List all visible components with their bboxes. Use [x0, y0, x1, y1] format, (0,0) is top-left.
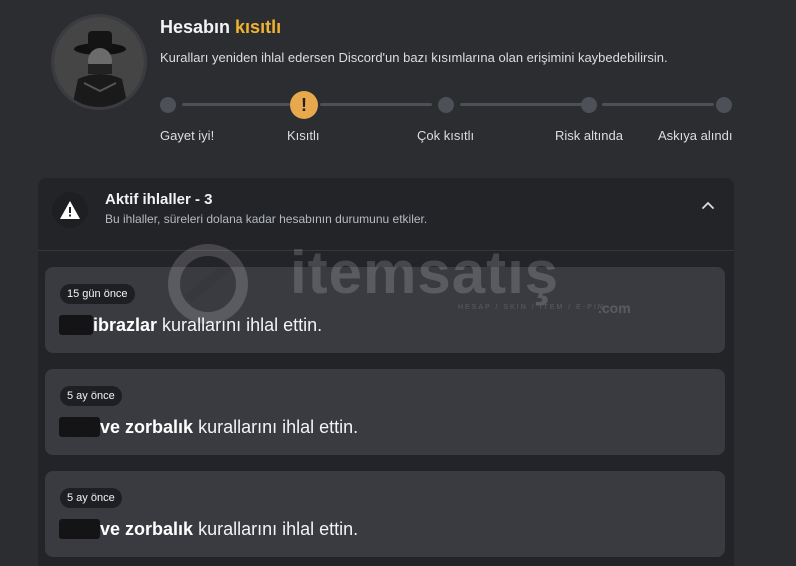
time-badge: 5 ay önce: [60, 386, 122, 406]
progress-segment: [602, 103, 714, 106]
warning-triangle-icon: [52, 192, 88, 228]
exclamation-circle-icon: !: [290, 91, 318, 119]
spoiler-text[interactable]: taciz: [59, 519, 101, 539]
violation-card: 15 gün önce ters ibrazlar kurallarını ihl…: [45, 267, 725, 353]
step-dot: [438, 97, 454, 113]
title-prefix: Hesabın: [160, 17, 231, 37]
violation-rest: kurallarını ihlal ettin.: [193, 519, 359, 539]
step-dot: [716, 97, 732, 113]
step-label: Çok kısıtlı: [417, 128, 475, 143]
violation-rest: kurallarını ihlal ettin.: [157, 315, 323, 335]
progress-segment: [460, 103, 584, 106]
time-badge: 5 ay önce: [60, 488, 122, 508]
avatar: [54, 17, 144, 107]
spoiler-text[interactable]: taciz: [59, 417, 101, 437]
step-label: Kısıtlı: [287, 128, 320, 143]
status-progress-track: !: [160, 90, 740, 120]
step-dot: [160, 97, 176, 113]
step-label: Gayet iyi!: [160, 128, 215, 143]
title-status: kısıtlı: [235, 17, 282, 37]
step-label: Risk altında: [555, 128, 623, 143]
violation-category: ve zorbalık: [100, 519, 194, 539]
violation-text: taciz ve zorbalık kurallarını ihlal ettin…: [59, 417, 358, 438]
step-dot: [581, 97, 597, 113]
violation-text: ters ibrazlar kurallarını ihlal ettin.: [59, 315, 322, 336]
violation-rest: kurallarını ihlal ettin.: [193, 417, 359, 437]
progress-segment: [320, 103, 432, 106]
active-violations-panel: Aktif ihlaller - 3 Bu ihlaller, süreleri…: [38, 178, 734, 566]
violation-card: 5 ay önce taciz ve zorbalık kurallarını i…: [45, 369, 725, 455]
time-badge: 15 gün önce: [60, 284, 135, 304]
progress-segment: [182, 103, 290, 106]
spoiler-text[interactable]: ters: [59, 315, 94, 335]
page-title: Hesabın kısıtlı: [160, 17, 281, 38]
chevron-up-icon[interactable]: [700, 198, 716, 214]
step-label: Askıya alındı: [658, 128, 733, 143]
panel-title: Aktif ihlaller - 3: [105, 191, 213, 208]
panel-header[interactable]: Aktif ihlaller - 3 Bu ihlaller, süreleri…: [38, 178, 734, 251]
violation-category: ve zorbalık: [100, 417, 194, 437]
status-description: Kuralları yeniden ihlal edersen Discord'…: [160, 50, 668, 65]
violation-category: ibrazlar: [93, 315, 158, 335]
violation-text: taciz ve zorbalık kurallarını ihlal ettin…: [59, 519, 358, 540]
panel-description: Bu ihlaller, süreleri dolana kadar hesab…: [105, 212, 428, 226]
violation-card: 5 ay önce taciz ve zorbalık kurallarını i…: [45, 471, 725, 557]
